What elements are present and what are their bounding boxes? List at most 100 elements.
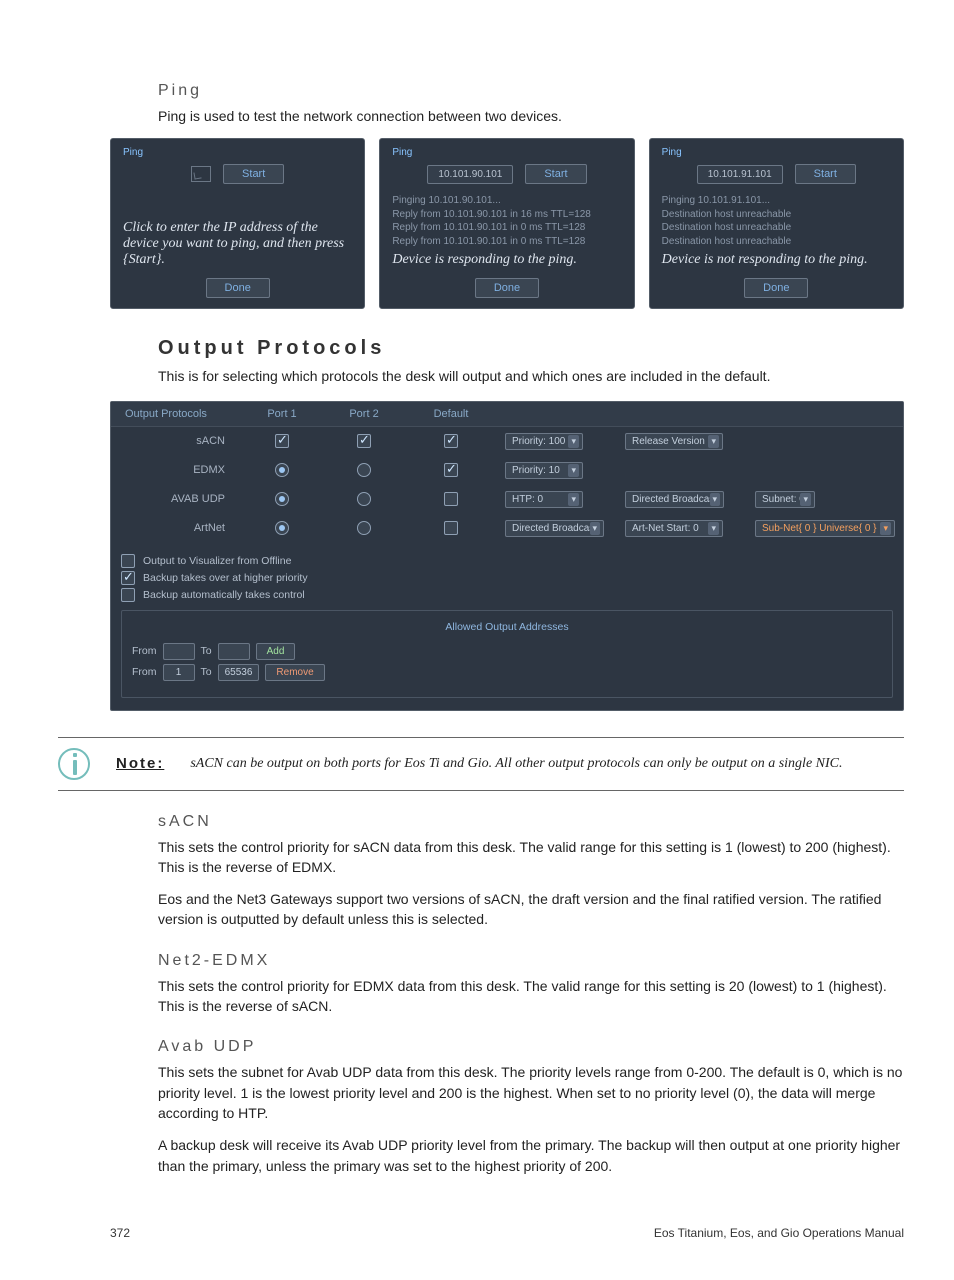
avab-broadcast-dropdown[interactable]: Directed Broadcast [625,491,724,508]
row-label: ArtNet [111,514,241,543]
avab-port2-radio[interactable] [357,492,371,506]
ping-output-line: Destination host unreachable [662,235,891,249]
book-title: Eos Titanium, Eos, and Gio Operations Ma… [654,1226,904,1240]
aoa-title: Allowed Output Addresses [132,621,882,633]
sacn-p2: Eos and the Net3 Gateways support two ve… [158,889,904,930]
ping-heading: Ping [158,82,904,100]
backup-higher-priority-label: Backup takes over at higher priority [143,572,308,584]
avab-port1-radio[interactable] [275,492,289,506]
ping-screenshots-row: Ping Start Click to enter the IP address… [110,138,904,309]
sacn-version-dropdown[interactable]: Release Version [625,433,723,450]
output-protocols-intro: This is for selecting which protocols th… [158,366,904,386]
ping-output: Pinging 10.101.91.101... Destination hos… [662,194,891,248]
ip-input-blank-icon[interactable] [191,166,211,182]
footer-checks: Output to Visualizer from Offline Backup… [111,543,903,710]
avab-heading: Avab UDP [158,1038,904,1056]
row-edmx: EDMX Priority: 10 [111,456,903,485]
aoa-from-input[interactable] [163,643,195,660]
ping-box-title: Ping [662,147,891,158]
output-protocols-heading: Output Protocols [158,337,904,360]
ping-output: Pinging 10.101.90.101... Reply from 10.1… [392,194,621,248]
aoa-to-value[interactable]: 65536 [218,664,260,681]
ping-output-line: Destination host unreachable [662,208,891,222]
aoa-from-label: From [132,645,157,657]
aoa-from-label: From [132,666,157,678]
artnet-port1-radio[interactable] [275,521,289,535]
col-title: Output Protocols [111,402,241,427]
sacn-priority-dropdown[interactable]: Priority: 100 [505,433,583,450]
sacn-port1-checkbox[interactable] [275,434,289,448]
backup-auto-control-checkbox[interactable] [121,588,135,602]
edmx-port1-radio[interactable] [275,463,289,477]
aoa-add-button[interactable]: Add [256,643,296,660]
artnet-universe-dropdown[interactable]: Sub-Net{ 0 } Universe{ 0 } [755,520,895,537]
edmx-priority-dropdown[interactable]: Priority: 10 [505,462,583,479]
row-label: EDMX [111,456,241,485]
edmx-port2-radio[interactable] [357,463,371,477]
ping-box-mid: Ping 10.101.90.101 Start Pinging 10.101.… [379,138,634,309]
done-button[interactable]: Done [475,278,539,298]
sacn-port2-checkbox[interactable] [357,434,371,448]
col-default: Default [405,402,497,427]
col-port2: Port 2 [323,402,405,427]
avab-p2: A backup desk will receive its Avab UDP … [158,1135,904,1176]
ping-output-line: Destination host unreachable [662,221,891,235]
done-button[interactable]: Done [206,278,270,298]
artnet-port2-radio[interactable] [357,521,371,535]
ping-caption-left: Click to enter the IP address of the dev… [123,216,352,274]
avab-htp-dropdown[interactable]: HTP: 0 [505,491,583,508]
row-label: AVAB UDP [111,485,241,514]
page-footer: 372 Eos Titanium, Eos, and Gio Operation… [110,1226,904,1240]
row-label: sACN [111,426,241,456]
ping-caption-mid: Device is responding to the ping. [392,248,621,274]
aoa-from-value[interactable]: 1 [163,664,195,681]
allowed-output-addresses: Allowed Output Addresses From To Add Fro… [121,610,893,698]
note-block: Note: sACN can be output on both ports f… [58,737,904,791]
done-button[interactable]: Done [744,278,808,298]
ping-box-title: Ping [392,147,621,158]
edmx-default-checkbox[interactable] [444,463,458,477]
col-port1: Port 1 [241,402,323,427]
artnet-start-dropdown[interactable]: Art-Net Start: 0 [625,520,723,537]
ip-input[interactable]: 10.101.90.101 [427,165,513,184]
page-number: 372 [110,1226,130,1240]
info-icon [58,748,90,780]
artnet-default-checkbox[interactable] [444,521,458,535]
protocols-table: Output Protocols Port 1 Port 2 Default s… [111,402,903,543]
edmx-p1: This sets the control priority for EDMX … [158,976,904,1017]
aoa-to-label: To [201,645,212,657]
edmx-heading: Net2-EDMX [158,952,904,970]
start-button[interactable]: Start [525,164,586,184]
avab-default-checkbox[interactable] [444,492,458,506]
note-text: sACN can be output on both ports for Eos… [190,754,842,774]
backup-higher-priority-checkbox[interactable] [121,571,135,585]
start-button[interactable]: Start [223,164,284,184]
ping-intro: Ping is used to test the network connect… [158,106,904,126]
aoa-to-input[interactable] [218,643,250,660]
note-label: Note: [116,755,164,772]
backup-auto-control-label: Backup automatically takes control [143,589,305,601]
visualizer-offline-label: Output to Visualizer from Offline [143,555,291,567]
sacn-heading: sACN [158,813,904,831]
aoa-remove-button[interactable]: Remove [265,664,324,681]
aoa-to-label: To [201,666,212,678]
ip-input[interactable]: 10.101.91.101 [697,165,783,184]
sacn-p1: This sets the control priority for sACN … [158,837,904,878]
ping-output-line: Reply from 10.101.90.101 in 0 ms TTL=128 [392,221,621,235]
ping-box-left: Ping Start Click to enter the IP address… [110,138,365,309]
row-sacn: sACN Priority: 100 Release Version [111,426,903,456]
ping-caption-right: Device is not responding to the ping. [662,248,891,274]
row-avab: AVAB UDP HTP: 0 Directed Broadcast Subne… [111,485,903,514]
ping-output-line: Pinging 10.101.90.101... [392,194,621,208]
ping-box-right: Ping 10.101.91.101 Start Pinging 10.101.… [649,138,904,309]
sacn-default-checkbox[interactable] [444,434,458,448]
artnet-broadcast-dropdown[interactable]: Directed Broadcast [505,520,604,537]
ping-output-line: Pinging 10.101.91.101... [662,194,891,208]
avab-p1: This sets the subnet for Avab UDP data f… [158,1062,904,1123]
avab-subnet-dropdown[interactable]: Subnet: 0 [755,491,815,508]
visualizer-offline-checkbox[interactable] [121,554,135,568]
ping-output-line: Reply from 10.101.90.101 in 0 ms TTL=128 [392,235,621,249]
start-button[interactable]: Start [795,164,856,184]
ping-output-line: Reply from 10.101.90.101 in 16 ms TTL=12… [392,208,621,222]
ping-box-title: Ping [123,147,352,158]
